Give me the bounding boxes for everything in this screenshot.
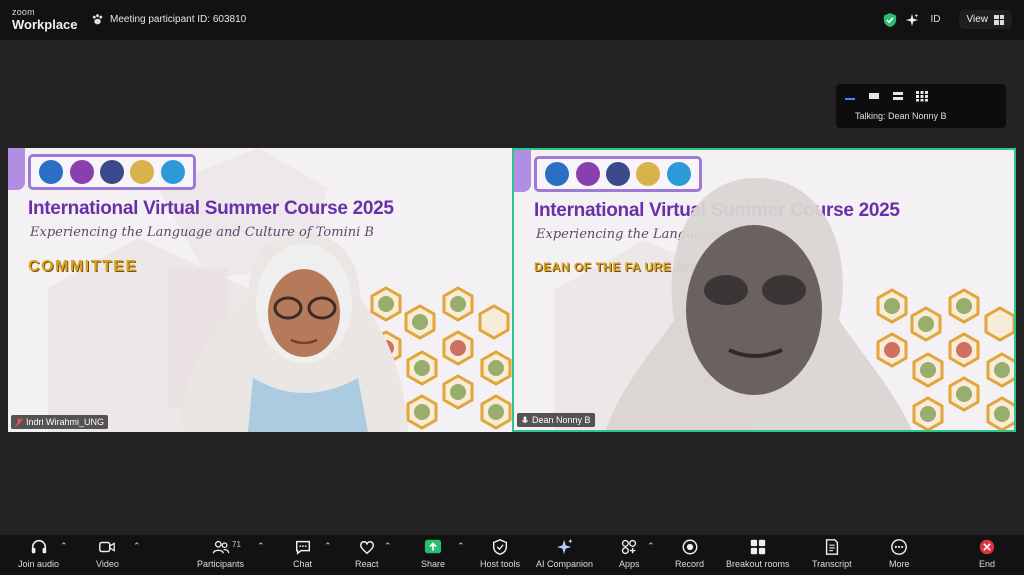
slide-subtitle: Experiencing the Language and Culture of… — [30, 225, 374, 240]
apps-icon — [622, 539, 637, 555]
heart-icon — [359, 541, 374, 555]
participants-label: Participants — [197, 559, 245, 569]
view-label: View — [966, 14, 989, 25]
more-button[interactable]: More — [889, 538, 910, 569]
slide-tab-decoration — [8, 148, 25, 190]
host-tools-button[interactable]: Host tools — [480, 538, 520, 569]
view-switcher-panel: Talking: Dean Nonny B — [836, 84, 1006, 128]
ai-sparkle-icon[interactable] — [905, 13, 919, 27]
share-button[interactable]: Share — [421, 538, 445, 569]
video-button[interactable]: Video — [96, 538, 119, 569]
breakout-rooms-icon — [750, 539, 765, 555]
react-button[interactable]: React — [355, 538, 379, 569]
record-button[interactable]: Record — [675, 538, 704, 569]
faculty-logo — [99, 160, 124, 184]
react-caret-icon[interactable]: ⌃ — [384, 541, 392, 552]
stacked-layout-icon[interactable] — [891, 90, 905, 102]
id-label[interactable]: ID — [931, 14, 941, 25]
meeting-toolbar: Join audio ⌃ Video ⌃ Participants 71 ⌃ C… — [0, 535, 1024, 575]
grid-view-icon — [994, 14, 1004, 25]
video-tile-indri[interactable]: International Virtual Summer Course 2025… — [8, 148, 512, 432]
breakout-rooms-label: Breakout rooms — [726, 559, 790, 569]
react-label: React — [355, 559, 379, 569]
host-tools-label: Host tools — [480, 559, 521, 569]
record-icon — [682, 539, 697, 555]
participants-icon — [212, 540, 229, 554]
apps-caret-icon[interactable]: ⌃ — [647, 541, 655, 552]
join-audio-button[interactable]: Join audio — [18, 538, 59, 569]
ai-companion-label: AI Companion — [536, 559, 594, 569]
institution-logo — [69, 160, 94, 184]
video-label: Video — [96, 559, 119, 569]
ai-sparkle-icon — [556, 538, 573, 555]
breakout-rooms-button[interactable]: Breakout rooms — [726, 538, 790, 569]
mic-active-icon — [521, 415, 529, 423]
transcript-button[interactable]: Transcript — [812, 538, 852, 569]
apps-label: Apps — [619, 559, 640, 569]
meeting-info[interactable]: Meeting participant ID: 603810 — [91, 13, 246, 26]
more-label: More — [889, 559, 910, 569]
app-logo: zoom Workplace — [12, 7, 78, 32]
record-label: Record — [675, 559, 705, 569]
program-logo — [160, 160, 185, 184]
university-logo — [39, 160, 64, 184]
speaker-layout-icon[interactable] — [843, 90, 857, 102]
top-bar: zoom Workplace Meeting participant ID: 6… — [0, 0, 1024, 40]
chat-bubble-icon — [295, 540, 310, 555]
join-audio-label: Join audio — [18, 559, 60, 569]
virtual-background-image — [48, 148, 512, 432]
end-meeting-button[interactable]: End — [978, 538, 996, 569]
participant-name-tag: Dean Nonny B — [517, 413, 595, 427]
video-caret-icon[interactable]: ⌃ — [133, 541, 141, 552]
participant-video — [605, 177, 913, 430]
participants-count: 71 — [232, 540, 241, 549]
host-shield-icon — [492, 539, 508, 555]
transcript-icon — [825, 539, 838, 555]
participant-name-tag: Indri Wirahmi_UNG — [11, 415, 109, 429]
slide-title: International Virtual Summer Course 2025 — [28, 198, 394, 219]
chat-label: Chat — [293, 559, 313, 569]
video-tile-dean[interactable]: International Virtual Summer Course 2025… — [512, 148, 1016, 432]
participant-name: Indri Wirahmi_UNG — [26, 417, 105, 427]
brand-name: Workplace — [12, 17, 78, 32]
shield-check-icon[interactable] — [883, 12, 897, 28]
view-button[interactable]: View — [958, 10, 1012, 29]
brand-small: zoom — [12, 7, 35, 17]
end-label: End — [978, 559, 995, 569]
meeting-id-text: Meeting participant ID: 603810 — [110, 14, 247, 25]
participants-caret-icon[interactable]: ⌃ — [257, 541, 265, 552]
video-camera-icon — [99, 541, 116, 553]
share-caret-icon[interactable]: ⌃ — [457, 541, 465, 552]
gallery-layout-icon[interactable] — [915, 90, 929, 102]
transcript-label: Transcript — [812, 559, 852, 569]
chat-caret-icon[interactable]: ⌃ — [324, 541, 332, 552]
laurel-logo — [130, 160, 155, 184]
mic-muted-icon — [15, 417, 23, 427]
more-dots-icon — [891, 539, 908, 555]
ai-companion-button[interactable]: AI Companion — [536, 538, 593, 569]
partner-logos — [28, 154, 196, 190]
paw-icon — [92, 14, 103, 25]
headphones-icon — [31, 539, 46, 554]
chat-button[interactable]: Chat — [293, 538, 312, 569]
apps-button[interactable]: Apps — [619, 538, 640, 569]
slide-banner: COMMITTEE — [28, 258, 138, 275]
participant-name: Dean Nonny B — [532, 415, 591, 425]
talking-indicator: Talking: Dean Nonny B — [855, 111, 947, 121]
end-x-icon — [979, 539, 995, 555]
share-label: Share — [421, 559, 446, 569]
share-screen-icon — [424, 539, 442, 554]
strip-layout-icon[interactable] — [867, 90, 881, 102]
join-audio-caret-icon[interactable]: ⌃ — [60, 541, 68, 552]
